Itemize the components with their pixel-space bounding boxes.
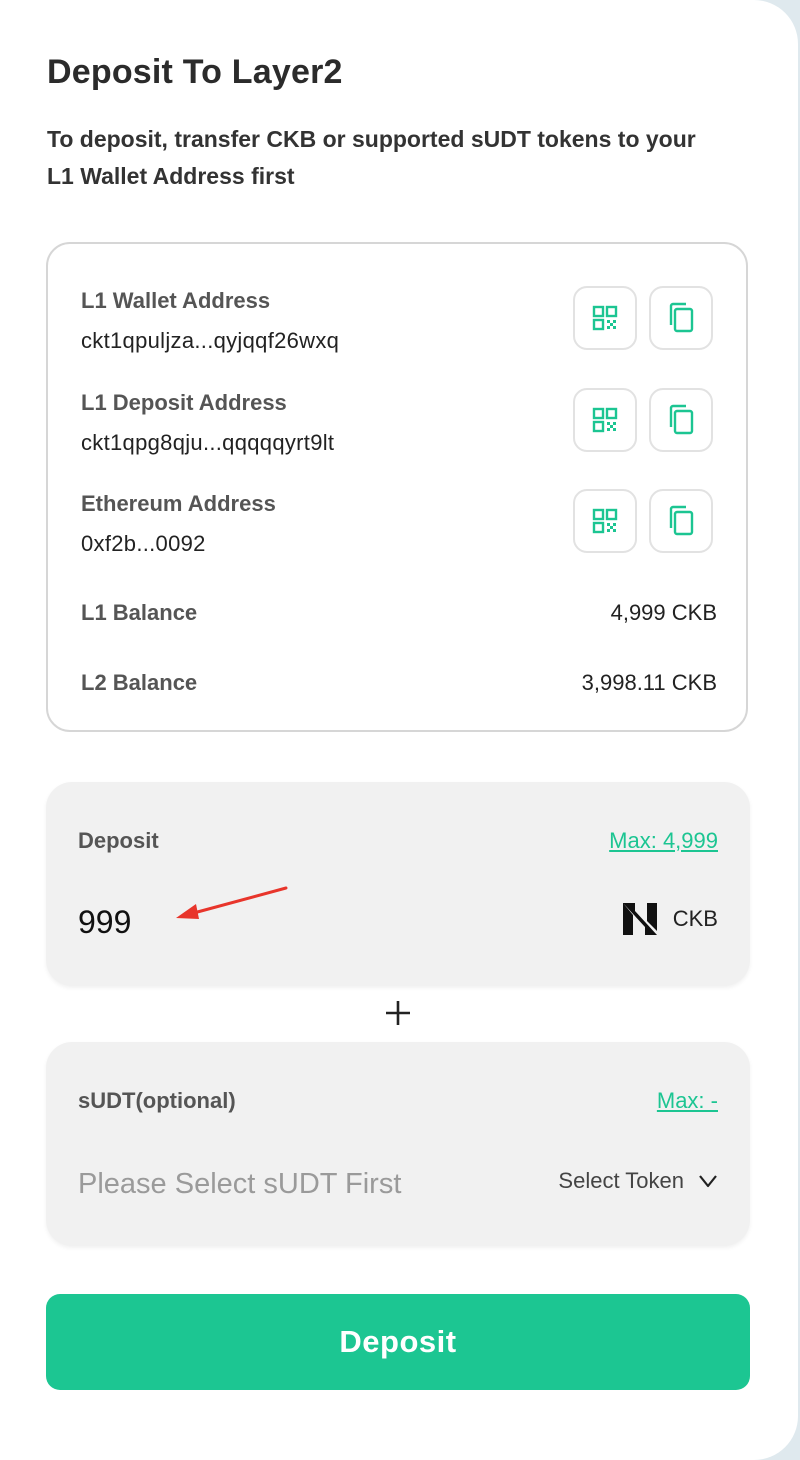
copy-icon xyxy=(669,505,694,536)
page-title: Deposit To Layer2 xyxy=(47,53,343,91)
address-value: 0xf2b...0092 xyxy=(81,531,206,556)
address-row-l1-wallet: L1 Wallet Address ckt1qpuljza...qyjqqf26… xyxy=(81,286,721,358)
token-name: CKB xyxy=(672,906,718,931)
balance-value: 4,999 CKB xyxy=(610,600,717,625)
address-label: L1 Wallet Address xyxy=(81,288,271,313)
balance-label: L2 Balance xyxy=(81,670,198,695)
page-subtitle: To deposit, transfer CKB or supported sU… xyxy=(47,126,696,189)
balance-label: L1 Balance xyxy=(81,600,198,625)
address-value: ckt1qpg8qju...qqqqqyrt9lt xyxy=(81,430,335,455)
qr-code-button[interactable] xyxy=(573,286,637,350)
select-token-dropdown[interactable]: Select Token xyxy=(558,1168,718,1194)
balance-value: 3,998.11 CKB xyxy=(581,670,717,695)
select-token-label: Select Token xyxy=(558,1168,684,1193)
balance-row-l2: L2 Balance 3,998.11 CKB xyxy=(81,670,717,700)
address-info-box: L1 Wallet Address ckt1qpuljza...qyjqqf26… xyxy=(46,242,748,732)
balance-row-l1: L1 Balance 4,999 CKB xyxy=(81,600,717,630)
deposit-amount-panel: Deposit Max: 4,999 CKB xyxy=(46,782,750,986)
annotation-arrow xyxy=(176,886,288,919)
sudt-amount-input[interactable] xyxy=(78,1162,518,1206)
deposit-amount-input[interactable] xyxy=(78,900,518,944)
sudt-label: sUDT(optional) xyxy=(78,1088,236,1113)
qr-code-icon xyxy=(592,407,618,433)
page: Deposit To Layer2 To deposit, transfer C… xyxy=(0,0,800,1460)
sudt-amount-panel: sUDT(optional) Max: - Select Token xyxy=(46,1042,750,1246)
copy-button[interactable] xyxy=(649,388,713,452)
address-row-ethereum: Ethereum Address 0xf2b...0092 xyxy=(81,489,721,561)
copy-button[interactable] xyxy=(649,489,713,553)
address-label: L1 Deposit Address xyxy=(81,390,287,415)
qr-code-button[interactable] xyxy=(573,388,637,452)
copy-button[interactable] xyxy=(649,286,713,350)
nervos-logo-icon xyxy=(622,903,657,935)
qr-code-icon xyxy=(592,305,618,331)
chevron-down-icon xyxy=(699,1175,717,1188)
deposit-label: Deposit xyxy=(78,828,159,853)
qr-code-button[interactable] xyxy=(573,489,637,553)
max-deposit-link[interactable]: Max: 4,999 xyxy=(609,828,718,854)
address-row-l1-deposit: L1 Deposit Address ckt1qpg8qju...qqqqqyr… xyxy=(81,388,721,460)
copy-icon xyxy=(669,302,694,333)
deposit-submit-button[interactable]: Deposit xyxy=(46,1294,750,1390)
address-value: ckt1qpuljza...qyjqqf26wxq xyxy=(81,328,340,353)
max-sudt-link[interactable]: Max: - xyxy=(657,1088,718,1114)
plus-icon xyxy=(386,1001,410,1025)
address-label: Ethereum Address xyxy=(81,491,276,516)
qr-code-icon xyxy=(592,508,618,534)
copy-icon xyxy=(669,404,694,435)
token-tag-ckb: CKB xyxy=(621,901,718,937)
